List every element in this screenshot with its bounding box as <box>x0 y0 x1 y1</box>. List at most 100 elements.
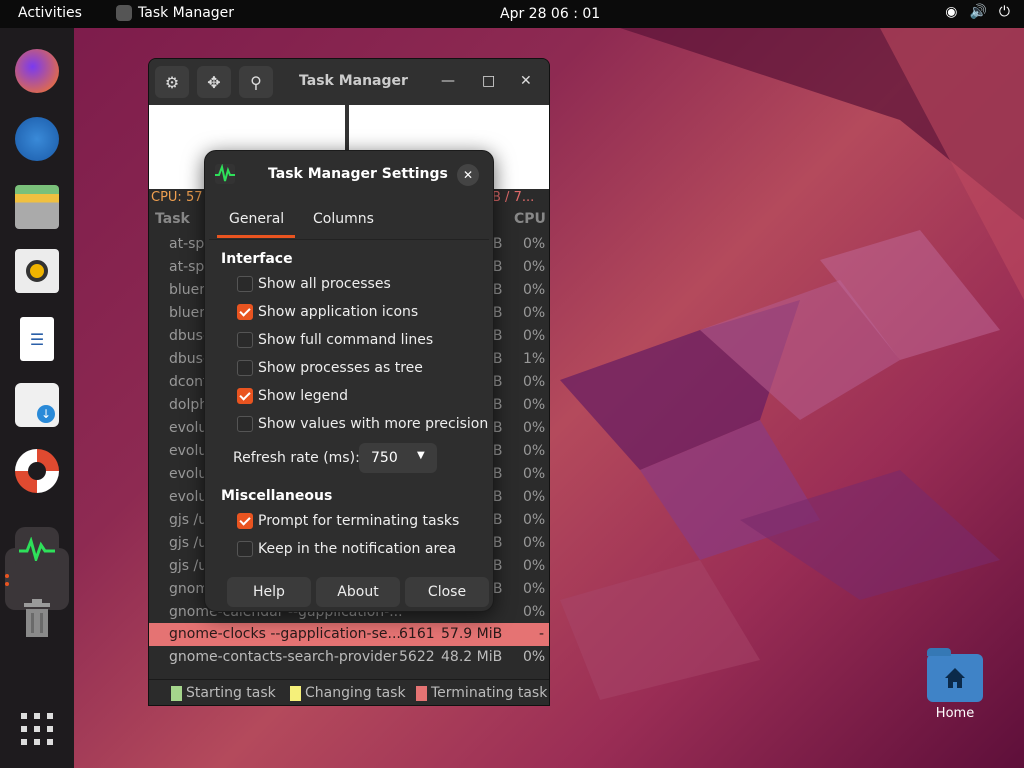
target-window-button[interactable]: ✥ <box>197 66 231 98</box>
trash-icon <box>15 597 59 641</box>
window-title: Task Manager <box>299 73 408 89</box>
task-pid: 6161 <box>399 626 435 642</box>
task-cpu: 0% <box>523 581 546 597</box>
legend-changing-label: Changing task <box>305 685 406 701</box>
clock[interactable]: Apr 28 06 : 01 <box>500 6 600 22</box>
task-memory: 48.2 MiB <box>441 649 503 665</box>
activities-button[interactable]: Activities <box>18 5 82 21</box>
checkbox-unchecked[interactable] <box>237 332 253 348</box>
option-show-legend[interactable]: Show legend <box>237 388 348 404</box>
show-apps-button[interactable] <box>12 704 62 754</box>
crosshair-icon: ✥ <box>207 72 221 92</box>
search-button[interactable]: ⚲ <box>239 66 273 98</box>
task-cpu: 0% <box>523 236 546 252</box>
checkbox-unchecked[interactable] <box>237 360 253 376</box>
legend-starting-label: Starting task <box>186 685 276 701</box>
checkbox-checked[interactable] <box>237 513 253 529</box>
close-dialog-button[interactable]: ✕ <box>457 164 479 186</box>
window-headerbar: ⚙ ✥ ⚲ Task Manager — □ ✕ <box>149 59 549 106</box>
software-bag-icon: ↓ <box>15 383 59 427</box>
close-button[interactable]: Close <box>405 577 489 607</box>
desktop-home-icon[interactable]: Home <box>922 648 988 721</box>
task-memory: 57.9 MiB <box>441 626 503 642</box>
legend-terminating-label: Terminating task <box>431 685 548 701</box>
home-label: Home <box>935 706 975 721</box>
table-row-terminating[interactable]: gnome-clocks --gapplication-se... 6161 5… <box>149 623 549 646</box>
activity-monitor-icon <box>15 527 59 571</box>
task-name: dbus- <box>169 351 208 367</box>
terminating-swatch <box>416 685 427 701</box>
task-cpu: 0% <box>523 558 546 574</box>
task-name: gjs /u <box>169 558 208 574</box>
settings-dialog: Task Manager Settings ✕ General Columns … <box>204 150 494 612</box>
option-show-processes-as-tree[interactable]: Show processes as tree <box>237 360 423 376</box>
app-menu[interactable]: Task Manager <box>116 5 234 21</box>
software-launcher[interactable]: ↓ <box>12 380 62 430</box>
files-launcher[interactable] <box>12 182 62 232</box>
option-label: Show all processes <box>258 276 391 292</box>
dialog-title: Task Manager Settings <box>268 166 448 182</box>
option-label: Keep in the notification area <box>258 541 457 557</box>
running-indicator <box>5 574 9 578</box>
minimize-button[interactable]: — <box>441 73 455 89</box>
gear-icon: ⚙ <box>164 72 180 92</box>
column-header-task[interactable]: Task <box>155 211 190 227</box>
checkbox-unchecked[interactable] <box>237 276 253 292</box>
task-cpu: 0% <box>523 420 546 436</box>
option-label: Show values with more precision <box>258 416 489 432</box>
task-cpu: 0% <box>523 305 546 321</box>
tab-general[interactable]: General <box>229 211 284 227</box>
task-name: evolu <box>169 466 208 482</box>
power-icon[interactable]: ⏻ <box>999 4 1010 20</box>
option-label: Show application icons <box>258 304 419 320</box>
option-show-values-precision[interactable]: Show values with more precision <box>237 416 488 432</box>
option-prompt-terminating[interactable]: Prompt for terminating tasks <box>237 513 459 529</box>
option-show-application-icons[interactable]: Show application icons <box>237 304 418 320</box>
speaker-icon <box>15 249 59 293</box>
rhythmbox-launcher[interactable] <box>12 246 62 296</box>
checkbox-unchecked[interactable] <box>237 541 253 557</box>
refresh-rate-value: 750 <box>371 450 398 466</box>
task-cpu: 0% <box>523 282 546 298</box>
legend-starting: Starting task <box>171 685 276 701</box>
table-row[interactable]: gnome-contacts-search-provider 5622 48.2… <box>149 646 549 669</box>
option-show-full-command-lines[interactable]: Show full command lines <box>237 332 433 348</box>
writer-launcher[interactable]: ☰ <box>12 314 62 364</box>
trash-launcher[interactable] <box>12 594 62 644</box>
firefox-launcher[interactable] <box>12 46 62 96</box>
help-launcher[interactable] <box>12 446 62 496</box>
option-show-all-processes[interactable]: Show all processes <box>237 276 391 292</box>
refresh-rate-label: Refresh rate (ms): <box>233 450 360 466</box>
changing-swatch <box>290 685 301 701</box>
task-cpu: 0% <box>523 649 546 665</box>
thunderbird-launcher[interactable] <box>12 114 62 164</box>
task-cpu: 0% <box>523 443 546 459</box>
option-label: Show legend <box>258 388 348 404</box>
refresh-rate-select[interactable]: 750 ▼ <box>359 443 437 473</box>
task-name: evolu <box>169 489 208 505</box>
task-manager-launcher[interactable] <box>12 524 62 574</box>
legend-changing: Changing task <box>290 685 406 701</box>
option-label: Show full command lines <box>258 332 434 348</box>
system-tray[interactable]: ◉ 🔊 ⏻ <box>945 4 1010 20</box>
column-header-cpu[interactable]: CPU <box>514 211 546 227</box>
help-button[interactable]: Help <box>227 577 311 607</box>
about-button[interactable]: About <box>316 577 400 607</box>
volume-icon[interactable]: 🔊 <box>969 4 986 20</box>
task-name: dconf <box>169 374 208 390</box>
task-name: gnom <box>169 581 209 597</box>
apps-grid-icon <box>15 707 59 751</box>
section-miscellaneous: Miscellaneous <box>221 488 333 504</box>
checkbox-unchecked[interactable] <box>237 416 253 432</box>
checkbox-checked[interactable] <box>237 388 253 404</box>
task-name: gnome-clocks --gapplication-se... <box>169 626 401 642</box>
task-name: gnome-contacts-search-provider <box>169 649 398 665</box>
network-icon[interactable]: ◉ <box>945 4 957 20</box>
chevron-down-icon: ▼ <box>417 450 425 461</box>
checkbox-checked[interactable] <box>237 304 253 320</box>
option-keep-notification-area[interactable]: Keep in the notification area <box>237 541 456 557</box>
close-window-button[interactable]: ✕ <box>520 73 532 89</box>
tab-columns[interactable]: Columns <box>313 211 374 227</box>
maximize-button[interactable]: □ <box>482 73 495 89</box>
settings-button[interactable]: ⚙ <box>155 66 189 98</box>
